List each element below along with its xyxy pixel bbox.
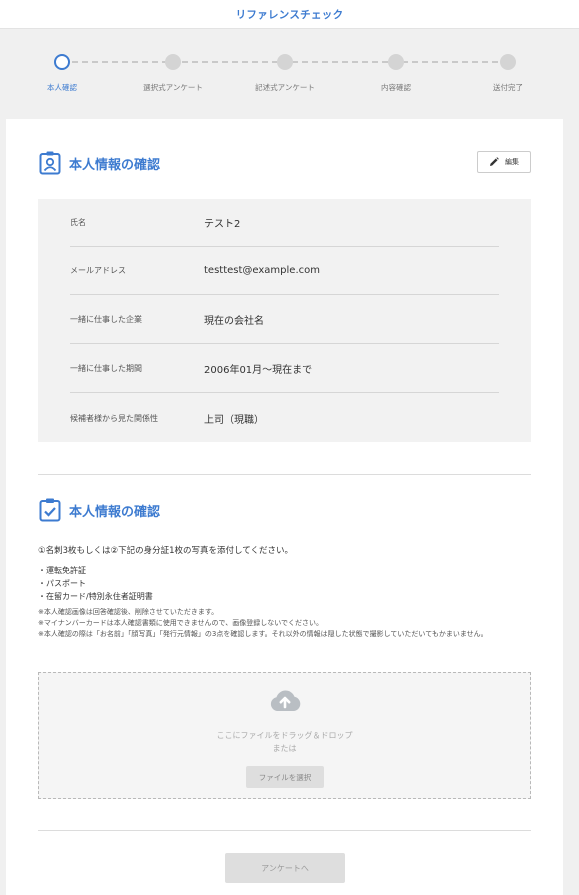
info-row-name: 氏名 テスト2 [70,199,499,247]
step-3-label: 記述式アンケート [255,83,315,92]
main-card: 本人情報の確認 編集 氏名 テスト2 メールアドレス testtest@exam… [6,119,563,895]
step-1-label: 本人確認 [47,83,77,92]
info-row-relationship: 候補者様から見た関係性 上司（現職） [70,394,499,442]
step-4-label: 内容確認 [381,83,411,92]
info-value: 現在の会社名 [204,316,264,327]
edit-button[interactable]: 編集 [477,151,531,173]
app-logo: リファレンスチェック [235,9,344,21]
instruction-text: ①名刺3枚もしくは②下記の身分証1枚の写真を添付してください。 [38,546,294,556]
step-5-label: 送付完了 [493,83,523,92]
step-3-indicator [277,54,293,70]
info-label: 候補者様から見た関係性 [70,413,158,423]
info-row-period: 一緒に仕事した期間 2006年01月～現在まで [70,345,499,393]
app-header: リファレンスチェック [0,0,579,29]
dropzone-or: または [272,744,297,753]
upload-instructions: ①名刺3枚もしくは②下記の身分証1枚の写真を添付してください。 ・運転免許証 ・… [38,545,531,640]
note-item: ※本人確認画像は回答確認後、削除させていただきます。 [38,608,219,616]
list-item: ・運転免許証 [38,566,86,575]
step-5-indicator [500,54,516,70]
dropzone-instruction: ここにファイルをドラッグ＆ドロップ [216,731,353,740]
list-item: ・パスポート [38,579,86,588]
section1-title: 本人情報の確認 [69,157,161,173]
list-item: ・在留カード/特別永住者証明書 [38,592,153,601]
section1-heading: 本人情報の確認 [39,151,160,175]
section-divider [38,474,531,475]
info-value: テスト2 [204,219,241,230]
info-value: 2006年01月～現在まで [204,365,313,376]
note-item: ※マイナンバーカードは本人確認書類に使用できませんので、画像登録しないでください… [38,619,324,627]
step-1-indicator [54,54,70,70]
info-label: 氏名 [70,218,86,227]
cloud-upload-icon [268,687,302,713]
progress-stepper: 本人確認 選択式アンケート 記述式アンケート 内容確認 送付完了 [0,52,579,102]
section-divider [38,830,531,831]
id-badge-icon [39,151,61,175]
step-2-label: 選択式アンケート [143,83,203,92]
info-row-company: 一緒に仕事した企業 現在の会社名 [70,296,499,344]
info-value: testtest@example.com [204,265,320,276]
clipboard-check-icon [39,498,61,522]
edit-button-label: 編集 [505,158,519,166]
note-item: ※本人確認の際は「お名前」「顔写真」「発行元情報」の3点を確認します。それ以外の… [38,630,488,638]
info-label: 一緒に仕事した期間 [70,364,142,373]
id-document-list: ・運転免許証 ・パスポート ・在留カード/特別永住者証明書 [38,564,531,603]
notes: ※本人確認画像は回答確認後、削除させていただきます。 ※マイナンバーカードは本人… [38,607,531,640]
file-dropzone[interactable]: ここにファイルをドラッグ＆ドロップ または ファイルを選択 [38,672,531,799]
go-to-survey-button[interactable]: アンケートへ [225,853,345,883]
info-label: メールアドレス [70,266,126,275]
step-4-indicator [388,54,404,70]
info-row-email: メールアドレス testtest@example.com [70,247,499,295]
personal-info-panel: 氏名 テスト2 メールアドレス testtest@example.com 一緒に… [38,199,531,442]
info-label: 一緒に仕事した企業 [70,315,142,324]
choose-file-button[interactable]: ファイルを選択 [246,766,324,788]
dropzone-text: ここにファイルをドラッグ＆ドロップ または [39,729,530,755]
pencil-icon [489,157,499,167]
section2-heading: 本人情報の確認 [39,498,160,522]
info-value: 上司（現職） [204,414,264,426]
step-2-indicator [165,54,181,70]
section2-title: 本人情報の確認 [69,504,161,520]
